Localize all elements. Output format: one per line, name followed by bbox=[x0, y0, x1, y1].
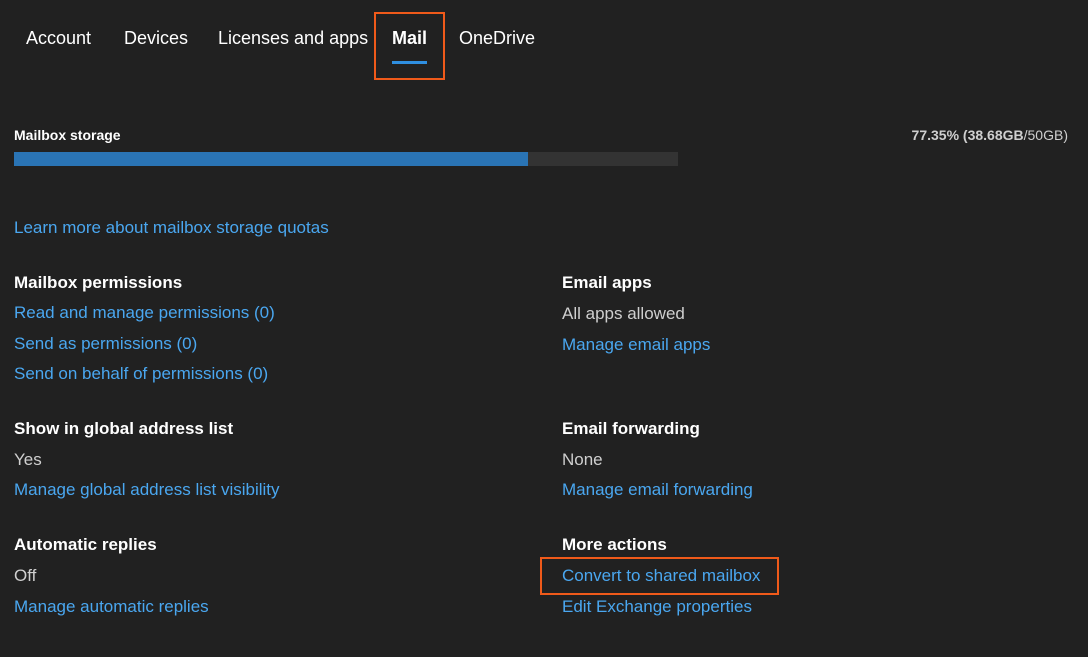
global-address-list-heading: Show in global address list bbox=[14, 419, 234, 438]
tab-devices[interactable]: Devices bbox=[124, 28, 188, 49]
more-actions-heading: More actions bbox=[562, 535, 667, 554]
storage-used: 38.68GB bbox=[967, 127, 1024, 143]
mailbox-permissions-heading: Mailbox permissions bbox=[14, 273, 183, 292]
convert-shared-mailbox-highlight bbox=[540, 557, 779, 595]
manage-email-apps-link[interactable]: Manage email apps bbox=[562, 335, 710, 355]
manage-global-address-list-link[interactable]: Manage global address list visibility bbox=[14, 480, 280, 500]
mailbox-storage-progress-bar bbox=[14, 152, 678, 166]
email-apps-heading: Email apps bbox=[562, 273, 652, 292]
email-apps-value: All apps allowed bbox=[562, 304, 685, 323]
read-and-manage-permissions-link[interactable]: Read and manage permissions (0) bbox=[14, 303, 275, 323]
mailbox-storage-label: Mailbox storage bbox=[14, 127, 121, 143]
storage-percent: 77.35% bbox=[911, 127, 960, 143]
mail-tab-highlight bbox=[374, 12, 445, 80]
email-forwarding-value: None bbox=[562, 450, 603, 469]
send-on-behalf-permissions-link[interactable]: Send on behalf of permissions (0) bbox=[14, 364, 268, 384]
user-mail-panel: Account Devices Licenses and apps Mail O… bbox=[0, 0, 1088, 657]
automatic-replies-value: Off bbox=[14, 566, 37, 585]
tab-account[interactable]: Account bbox=[26, 28, 91, 49]
mailbox-storage-progress-fill bbox=[14, 152, 528, 166]
tab-bar: Account Devices Licenses and apps Mail O… bbox=[0, 0, 1088, 80]
edit-exchange-properties-link[interactable]: Edit Exchange properties bbox=[562, 597, 752, 617]
storage-total: /50GB bbox=[1023, 127, 1064, 143]
email-forwarding-heading: Email forwarding bbox=[562, 419, 700, 438]
send-as-permissions-link[interactable]: Send as permissions (0) bbox=[14, 334, 197, 354]
automatic-replies-heading: Automatic replies bbox=[14, 535, 157, 554]
manage-email-forwarding-link[interactable]: Manage email forwarding bbox=[562, 480, 753, 500]
learn-more-storage-quotas-link[interactable]: Learn more about mailbox storage quotas bbox=[14, 218, 329, 238]
tab-licenses-and-apps[interactable]: Licenses and apps bbox=[218, 28, 368, 49]
global-address-list-value: Yes bbox=[14, 450, 42, 469]
manage-automatic-replies-link[interactable]: Manage automatic replies bbox=[14, 597, 209, 617]
mailbox-storage-usage: 77.35% (38.68GB/50GB) bbox=[911, 127, 1068, 143]
tab-onedrive[interactable]: OneDrive bbox=[459, 28, 535, 49]
